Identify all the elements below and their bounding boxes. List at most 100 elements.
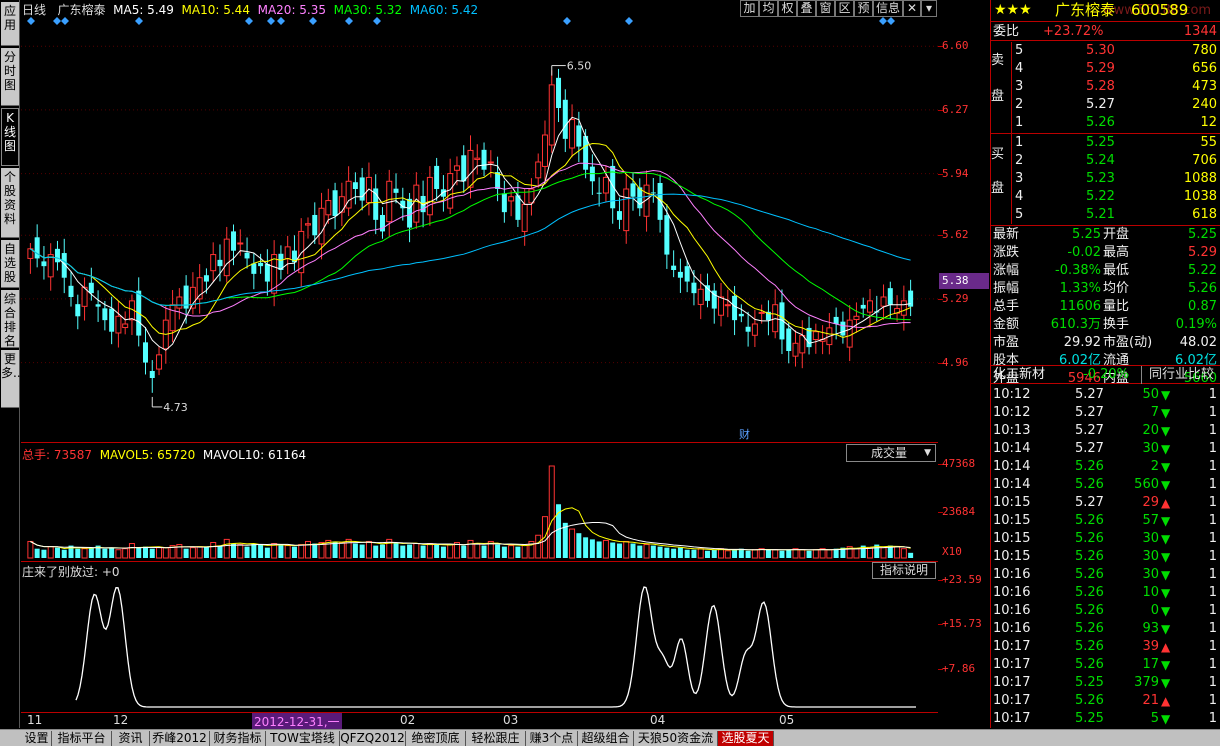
tick-row[interactable]: 10:17 5.26 17 ▼ 1 (991, 656, 1220, 674)
ma5-value: MA5: 5.49 (113, 3, 174, 17)
date-label-feb: 02 (400, 713, 416, 727)
volume-bar-up (521, 544, 528, 559)
candle-body-down (251, 263, 257, 274)
sell-level-row[interactable]: 3 5.28 473 (991, 78, 1220, 96)
volume-bar-up (284, 545, 291, 559)
toolbar-btn-7[interactable]: 信息 (873, 0, 903, 17)
left-tab-4[interactable]: 自选股 (1, 240, 19, 288)
tick-row[interactable]: 10:15 5.26 57 ▼ 1 (991, 512, 1220, 530)
indicator-tab-1[interactable]: 指标平台 (52, 731, 112, 746)
indicator-tab-10[interactable]: 超级组合 (578, 731, 634, 746)
left-tab-6[interactable]: 更多.. (1, 350, 21, 408)
stat-label: 开盘 (1103, 227, 1130, 242)
tick-row[interactable]: 10:12 5.27 7 ▼ 1 (991, 404, 1220, 422)
buy-level-row[interactable]: 4 5.22 1038 (991, 188, 1220, 206)
sell-level-num: 3 (1015, 79, 1024, 94)
toolbar-btn-6[interactable]: 预 (854, 0, 873, 17)
tick-row[interactable]: 10:17 5.25 5 ▼ 1 (991, 710, 1220, 728)
candle-body-up (724, 304, 731, 307)
toolbar-btn-4[interactable]: 窗 (816, 0, 835, 17)
tick-count: 1 (1208, 441, 1217, 456)
stat-value: 11606 (1059, 299, 1101, 314)
toolbar-btn-5[interactable]: 区 (835, 0, 854, 17)
volume-bar-up (548, 465, 555, 559)
toolbar-btn-9[interactable]: ▾ (921, 0, 937, 17)
toolbar-btn-3[interactable]: 叠 (797, 0, 816, 17)
candle-body-up (156, 354, 163, 370)
left-tab-2[interactable]: K线图 (1, 108, 19, 166)
tick-row[interactable]: 10:17 5.26 39 ▲ 1 (991, 638, 1220, 656)
tick-row[interactable]: 10:15 5.26 30 ▼ 1 (991, 530, 1220, 548)
indicator-tab-8[interactable]: 轻松跟庄 (466, 731, 526, 746)
toolbar-btn-1[interactable]: 均 (759, 0, 778, 17)
indicator-tab-6[interactable]: QFZQ2012 (340, 731, 406, 746)
stat-label: 金额 (993, 317, 1020, 332)
indicator-tab-2[interactable]: 资讯 (112, 731, 150, 746)
tick-row[interactable]: 10:16 5.26 30 ▼ 1 (991, 566, 1220, 584)
sell-level-row[interactable]: 4 5.29 656 (991, 60, 1220, 78)
kline-chart[interactable]: 6.50 4.73 财 (21, 17, 938, 442)
tick-time: 10:16 (993, 585, 1031, 600)
tick-row[interactable]: 10:14 5.26 560 ▼ 1 (991, 476, 1220, 494)
indicator-tab-11[interactable]: 天狼50资金流 (634, 731, 718, 746)
indicator-tab-7[interactable]: 绝密顶底 (406, 731, 466, 746)
tick-row[interactable]: 10:17 5.25 379 ▼ 1 (991, 674, 1220, 692)
buy-level-row[interactable]: 2 5.24 706 (991, 152, 1220, 170)
indicator-tab-9[interactable]: 赚3个点 (526, 731, 578, 746)
toolbar-btn-8[interactable]: ✕ (903, 0, 921, 17)
volume-total: 总手: 73587 (22, 448, 93, 462)
left-tab-0[interactable]: 应用 (1, 2, 19, 46)
toolbar-btn-2[interactable]: 权 (778, 0, 797, 17)
volume-bar-up (162, 547, 169, 559)
tick-row[interactable]: 10:13 5.27 20 ▼ 1 (991, 422, 1220, 440)
candle-body-down (732, 295, 738, 321)
candle-body-up (751, 323, 758, 336)
tick-price: 5.26 (1075, 459, 1104, 474)
industry-pct: -0.20% (1083, 367, 1129, 382)
sell-price: 5.26 (1086, 115, 1115, 130)
candle-body-up (284, 246, 291, 260)
tick-row[interactable]: 10:16 5.26 93 ▼ 1 (991, 620, 1220, 638)
left-tab-1[interactable]: 分时图 (1, 48, 19, 106)
sell-level-row[interactable]: 5 5.30 780 (991, 42, 1220, 60)
candle-body-up (812, 331, 819, 341)
indicator-tab-4[interactable]: 财务指标 (210, 731, 266, 746)
volume-bar-down (495, 544, 501, 558)
signal-diamond-icon (879, 17, 887, 25)
indicator-tab-5[interactable]: TOW宝塔线 (266, 731, 340, 746)
tick-volume: 93 (1142, 621, 1159, 636)
tick-row[interactable]: 10:16 5.26 0 ▼ 1 (991, 602, 1220, 620)
sell-level-row[interactable]: 1 5.26 12 (991, 114, 1220, 132)
stat-value: 5.26 (1188, 281, 1217, 296)
sell-level-row[interactable]: 2 5.27 240 (991, 96, 1220, 114)
tick-row[interactable]: 10:17 5.26 21 ▲ 1 (991, 692, 1220, 710)
tick-row[interactable]: 10:15 5.26 30 ▼ 1 (991, 548, 1220, 566)
candle-body-up (535, 161, 542, 179)
industry-compare-button[interactable]: 同行业比较 (1141, 366, 1220, 384)
indicator-selector[interactable]: 成交量 ▼ (846, 444, 936, 462)
tick-row[interactable]: 10:15 5.27 29 ▲ 1 (991, 494, 1220, 512)
tick-row[interactable]: 10:12 5.27 50 ▼ 1 (991, 386, 1220, 404)
indicator-tab-12[interactable]: 选股夏天 (718, 731, 774, 746)
indicator-tab-0[interactable]: 设置 (22, 731, 52, 746)
arrow-up-icon: ▲ (1161, 694, 1171, 708)
tick-row[interactable]: 10:14 5.27 30 ▼ 1 (991, 440, 1220, 458)
buy-level-row[interactable]: 3 5.23 1088 (991, 170, 1220, 188)
price-axis-label-3: 5.62 (942, 228, 969, 242)
buy-level-row[interactable]: 1 5.25 55 (991, 134, 1220, 152)
toolbar-btn-0[interactable]: 加 (740, 0, 759, 17)
volume-chart[interactable] (21, 462, 938, 560)
industry-name: 化工新材 (993, 367, 1046, 382)
tick-row[interactable]: 10:16 5.26 10 ▼ 1 (991, 584, 1220, 602)
volume-bar-down (88, 547, 94, 558)
buy-level-row[interactable]: 5 5.21 618 (991, 206, 1220, 224)
volume-legend: 总手: 73587 MAVOL5: 65720 MAVOL10: 61164 (22, 446, 306, 463)
indicator-tab-3[interactable]: 乔峰2012 (150, 731, 210, 746)
indicator-help-button[interactable]: 指标说明 (872, 562, 936, 579)
price-axis-label-2: 5.94 (942, 166, 969, 180)
tick-row[interactable]: 10:14 5.26 2 ▼ 1 (991, 458, 1220, 476)
left-tab-5[interactable]: 综合排名 (1, 290, 19, 348)
indicator-chart[interactable] (21, 580, 938, 711)
left-tab-3[interactable]: 个股资料 (1, 168, 19, 238)
tick-time: 10:12 (993, 405, 1031, 420)
